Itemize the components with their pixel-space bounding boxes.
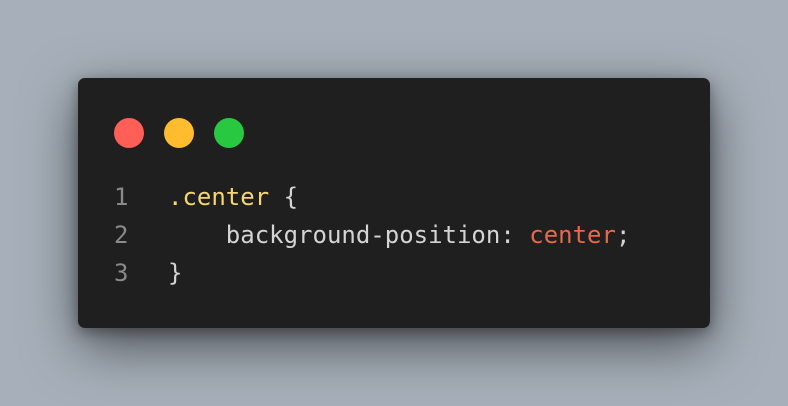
code-window: 1 .center { 2 background-position : cent… [78, 78, 710, 328]
open-brace: { [269, 183, 299, 211]
close-button[interactable] [114, 118, 144, 148]
minimize-button[interactable] [164, 118, 194, 148]
line-number: 2 [114, 221, 129, 249]
line-number: 3 [114, 259, 129, 287]
colon: : [500, 221, 530, 249]
close-brace: } [168, 259, 183, 287]
css-property: background-position [225, 221, 501, 249]
css-selector: .center [168, 183, 270, 211]
window-controls [114, 118, 244, 148]
code-block: 1 .center { 2 background-position : cent… [114, 178, 630, 292]
semicolon: ; [615, 221, 631, 249]
code-line: 3 } [114, 254, 630, 292]
code-line: 2 background-position : center ; [114, 216, 630, 254]
css-value: center [529, 221, 616, 249]
maximize-button[interactable] [214, 118, 244, 148]
code-line: 1 .center { [114, 178, 630, 216]
line-number: 1 [114, 183, 129, 211]
